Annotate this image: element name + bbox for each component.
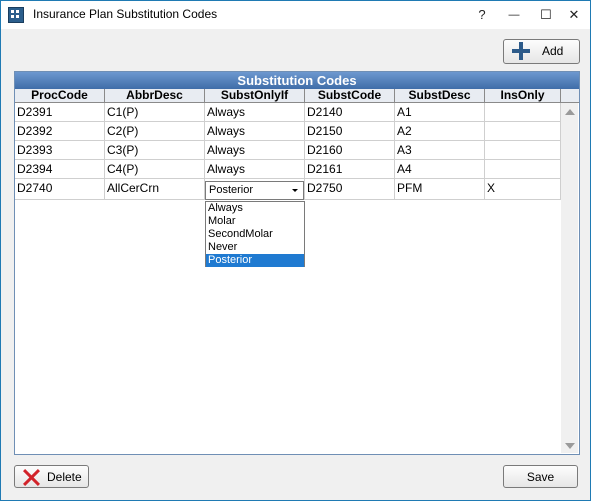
cell-insonly[interactable]: X xyxy=(485,179,561,200)
save-button[interactable]: Save xyxy=(503,465,578,488)
cell-insonly[interactable] xyxy=(485,122,561,141)
dropdown-option-never[interactable]: Never xyxy=(206,241,304,254)
cell-substcode[interactable]: D2161 xyxy=(305,160,395,179)
cell-proccode: D2393 xyxy=(15,141,105,160)
cell-abbrdesc: C1(P) xyxy=(105,103,205,122)
table-row[interactable]: D2394 C4(P) Always D2161 A4 xyxy=(15,160,561,179)
combobox-dropdown-button[interactable] xyxy=(287,182,303,199)
cell-substcode[interactable]: D2150 xyxy=(305,122,395,141)
dropdown-option-posterior[interactable]: Posterior xyxy=(206,254,304,267)
table-row[interactable]: D2393 C3(P) Always D2160 A3 xyxy=(15,141,561,160)
cell-substdesc: A2 xyxy=(395,122,485,141)
column-header-abbrdesc[interactable]: AbbrDesc xyxy=(105,89,205,102)
cell-substdesc: A1 xyxy=(395,103,485,122)
cell-substdesc: PFM xyxy=(395,179,485,200)
grid-header-row: ProcCode AbbrDesc SubstOnlyIf SubstCode … xyxy=(15,89,579,103)
cell-substonlyif[interactable]: Always xyxy=(205,103,305,122)
column-header-substonlyif[interactable]: SubstOnlyIf xyxy=(205,89,305,102)
scroll-down-arrow-icon[interactable] xyxy=(565,443,575,449)
cell-proccode: D2394 xyxy=(15,160,105,179)
substonlyif-dropdown-list[interactable]: Always Molar SecondMolar Never Posterior xyxy=(205,201,305,267)
delete-button[interactable]: Delete xyxy=(14,465,89,488)
scroll-up-arrow-icon[interactable] xyxy=(565,109,575,115)
delete-button-label: Delete xyxy=(47,470,82,484)
chevron-down-icon xyxy=(292,189,298,192)
window-title: Insurance Plan Substitution Codes xyxy=(33,7,218,21)
column-header-proccode[interactable]: ProcCode xyxy=(15,89,105,102)
column-header-insonly[interactable]: InsOnly xyxy=(485,89,561,102)
close-button[interactable]: ✕ xyxy=(558,1,590,29)
dropdown-option-secondmolar[interactable]: SecondMolar xyxy=(206,228,304,241)
cell-substcode[interactable]: D2750 xyxy=(305,179,395,200)
cell-proccode: D2740 xyxy=(15,179,105,200)
cell-substonlyif[interactable]: Always xyxy=(205,160,305,179)
cell-substdesc: A3 xyxy=(395,141,485,160)
column-header-substdesc[interactable]: SubstDesc xyxy=(395,89,485,102)
table-row[interactable]: D2391 C1(P) Always D2140 A1 xyxy=(15,103,561,122)
dropdown-option-always[interactable]: Always xyxy=(206,202,304,215)
dropdown-option-molar[interactable]: Molar xyxy=(206,215,304,228)
cell-substonlyif[interactable]: Always xyxy=(205,122,305,141)
cell-abbrdesc: C4(P) xyxy=(105,160,205,179)
vertical-scrollbar[interactable] xyxy=(561,103,578,453)
add-button[interactable]: Add xyxy=(503,39,580,64)
combobox-selected-value: Posterior xyxy=(209,184,254,196)
delete-x-icon xyxy=(21,468,41,486)
column-header-substcode[interactable]: SubstCode xyxy=(305,89,395,102)
cell-abbrdesc: C2(P) xyxy=(105,122,205,141)
cell-substonlyif[interactable]: Always xyxy=(205,141,305,160)
substonlyif-combobox[interactable]: Posterior xyxy=(205,181,304,200)
cell-proccode: D2391 xyxy=(15,103,105,122)
grid-title: Substitution Codes xyxy=(15,72,579,89)
plus-icon xyxy=(512,42,530,60)
help-button[interactable]: ? xyxy=(466,1,498,29)
cell-substdesc: A4 xyxy=(395,160,485,179)
cell-abbrdesc: AllCerCrn xyxy=(105,179,205,200)
cell-substcode[interactable]: D2140 xyxy=(305,103,395,122)
cell-insonly[interactable] xyxy=(485,103,561,122)
table-row[interactable]: D2392 C2(P) Always D2150 A2 xyxy=(15,122,561,141)
add-button-label: Add xyxy=(542,44,564,58)
app-grid-icon xyxy=(8,7,24,23)
cell-abbrdesc: C3(P) xyxy=(105,141,205,160)
title-bar: Insurance Plan Substitution Codes ? — ☐ … xyxy=(1,1,590,29)
dialog-window: Insurance Plan Substitution Codes ? — ☐ … xyxy=(0,0,591,501)
save-button-label: Save xyxy=(526,470,555,484)
cell-proccode: D2392 xyxy=(15,122,105,141)
cell-insonly[interactable] xyxy=(485,141,561,160)
minimize-button[interactable]: — xyxy=(498,1,530,29)
cell-substcode[interactable]: D2160 xyxy=(305,141,395,160)
cell-insonly[interactable] xyxy=(485,160,561,179)
